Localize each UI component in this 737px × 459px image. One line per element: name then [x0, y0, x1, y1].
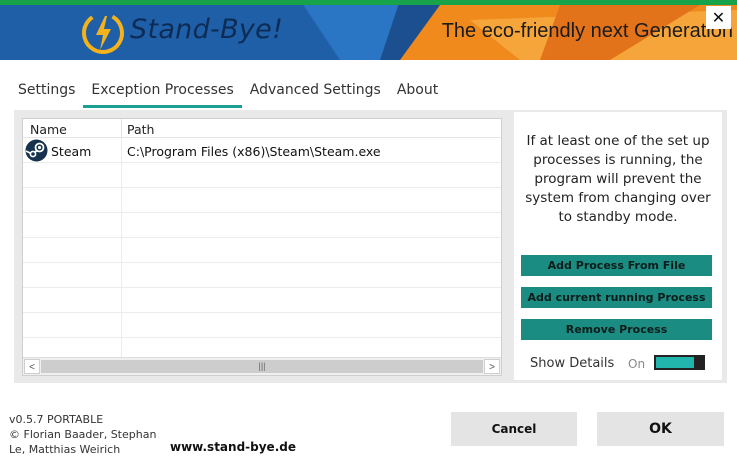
column-divider[interactable]	[121, 119, 122, 138]
show-details-toggle[interactable]	[654, 355, 705, 370]
horizontal-scrollbar[interactable]: < ||| >	[23, 357, 501, 375]
tab-advanced-settings[interactable]: Advanced Settings	[242, 78, 389, 108]
cell-divider	[121, 313, 122, 338]
app-title: Stand-Bye!	[130, 14, 284, 45]
cell-divider	[121, 263, 122, 288]
table-row-empty	[23, 313, 501, 338]
cell-divider	[121, 163, 122, 188]
process-list[interactable]: Name Path Steam C:\Program Files (x86)\S…	[22, 118, 502, 376]
cell-divider	[121, 238, 122, 263]
list-rows: Steam C:\Program Files (x86)\Steam\Steam…	[23, 138, 501, 363]
process-path: C:\Program Files (x86)\Steam\Steam.exe	[127, 144, 381, 159]
cell-divider	[121, 188, 122, 213]
copyright-line: © Florian Baader, Stephan	[9, 428, 157, 441]
table-row[interactable]: Steam C:\Program Files (x86)\Steam\Steam…	[23, 138, 501, 163]
scrollbar-thumb[interactable]: |||	[41, 360, 483, 373]
list-header: Name Path	[23, 119, 501, 138]
version-info: v0.5.7 PORTABLE © Florian Baader, Stepha…	[9, 412, 156, 457]
table-row-empty	[23, 263, 501, 288]
add-process-from-file-button[interactable]: Add Process From File	[521, 255, 712, 276]
tab-about[interactable]: About	[389, 78, 446, 108]
toggle-state-label: On	[628, 357, 646, 371]
process-name: Steam	[51, 144, 92, 159]
info-text: If at least one of the set up processes …	[525, 133, 711, 225]
table-row-empty	[23, 213, 501, 238]
tab-bar: Settings Exception Processes Advanced Se…	[10, 78, 446, 108]
cell-divider	[121, 138, 122, 163]
table-row-empty	[23, 238, 501, 263]
ok-button[interactable]: OK	[597, 412, 724, 446]
tab-settings[interactable]: Settings	[10, 78, 83, 108]
tab-exception-processes[interactable]: Exception Processes	[83, 78, 242, 108]
close-icon[interactable]: ✕	[706, 6, 731, 29]
steam-icon	[25, 139, 48, 162]
table-row-empty	[23, 163, 501, 188]
side-panel: If at least one of the set up processes …	[514, 112, 722, 380]
table-row-empty	[23, 188, 501, 213]
scroll-grip-icon: |||	[258, 361, 266, 371]
tagline: The eco-friendly next Generation	[441, 20, 733, 42]
add-running-process-button[interactable]: Add current running Process	[521, 287, 712, 308]
cell-divider	[121, 288, 122, 313]
show-details-label: Show Details	[530, 356, 615, 371]
remove-process-button[interactable]: Remove Process	[521, 319, 712, 340]
authors-line: Le, Matthias Weirich	[9, 443, 121, 456]
column-header-name[interactable]: Name	[30, 122, 67, 137]
cell-divider	[121, 213, 122, 238]
header-banner: Stand-Bye! The eco-friendly next Generat…	[0, 0, 737, 60]
power-bolt-icon	[80, 10, 126, 56]
scroll-left-icon[interactable]: <	[24, 359, 40, 374]
version-line: v0.5.7 PORTABLE	[9, 413, 104, 426]
table-row-empty	[23, 288, 501, 313]
cancel-button[interactable]: Cancel	[451, 412, 577, 446]
website-link[interactable]: www.stand-bye.de	[170, 440, 296, 454]
column-header-path[interactable]: Path	[127, 122, 154, 137]
toggle-fill	[656, 357, 694, 368]
scroll-right-icon[interactable]: >	[484, 359, 500, 374]
